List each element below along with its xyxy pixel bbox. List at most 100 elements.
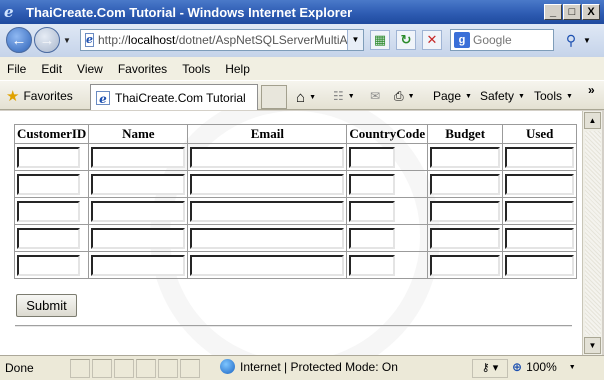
table-row bbox=[13, 197, 578, 225]
tab-thaicreate[interactable]: e ThaiCreate.Com Tutorial bbox=[90, 84, 258, 110]
page-menu[interactable]: Page ▼ bbox=[433, 89, 472, 103]
read-mail-button[interactable]: ✉ bbox=[370, 89, 380, 103]
recent-pages-dropdown-icon[interactable]: ▼ bbox=[63, 36, 71, 45]
used-input[interactable] bbox=[505, 146, 575, 168]
favorites-bar: ★ Favorites e ThaiCreate.Com Tutorial ⌂ ▼… bbox=[0, 80, 604, 110]
budget-input[interactable] bbox=[430, 227, 501, 249]
zoom-level: 100% bbox=[526, 360, 557, 374]
email-input[interactable] bbox=[190, 200, 345, 222]
menu-file[interactable]: File bbox=[0, 62, 34, 76]
printer-icon: ⎙ bbox=[394, 89, 404, 103]
customerid-input[interactable] bbox=[17, 146, 80, 168]
tab-label: ThaiCreate.Com Tutorial bbox=[115, 90, 246, 105]
status-pane bbox=[180, 358, 200, 378]
new-tab-button[interactable] bbox=[261, 85, 287, 109]
feeds-button[interactable]: ☷ ▼ bbox=[333, 89, 355, 103]
budget-input[interactable] bbox=[430, 200, 501, 222]
status-pane bbox=[92, 358, 112, 378]
scroll-track[interactable] bbox=[585, 131, 601, 335]
zoom-dropdown-icon[interactable]: ▼ bbox=[569, 364, 576, 371]
countrycode-input[interactable] bbox=[349, 146, 396, 168]
customerid-input[interactable] bbox=[17, 173, 80, 195]
home-icon: ⌂ bbox=[296, 89, 306, 106]
name-input[interactable] bbox=[91, 200, 186, 222]
page-dropdown-icon: ▼ bbox=[465, 92, 472, 100]
used-input[interactable] bbox=[505, 173, 575, 195]
back-button[interactable]: ← bbox=[6, 27, 32, 53]
countrycode-input[interactable] bbox=[349, 200, 396, 222]
countrycode-input[interactable] bbox=[349, 254, 396, 276]
star-icon: ★ bbox=[6, 88, 20, 105]
address-input[interactable]: e http://localhost/dotnet/AspNetSQLServe… bbox=[80, 29, 364, 51]
col-header-countrycode: CountryCode bbox=[346, 124, 429, 144]
menu-view[interactable]: View bbox=[70, 62, 111, 76]
budget-input[interactable] bbox=[430, 173, 501, 195]
submit-button[interactable]: Submit bbox=[16, 294, 77, 317]
menu-edit[interactable]: Edit bbox=[34, 62, 70, 76]
zoom-control[interactable]: ⊕ 100% ▼ bbox=[512, 360, 576, 374]
refresh-icon[interactable]: ↻ bbox=[396, 30, 416, 50]
budget-input[interactable] bbox=[430, 146, 501, 168]
lock-icon: ⚷ bbox=[481, 362, 490, 374]
col-header-customerid: CustomerID bbox=[13, 124, 90, 144]
safety-menu[interactable]: Safety ▼ bbox=[480, 89, 525, 103]
favorites-button[interactable]: ★ Favorites bbox=[6, 87, 73, 105]
table-row bbox=[13, 224, 578, 252]
menu-help[interactable]: Help bbox=[218, 62, 258, 76]
used-input[interactable] bbox=[505, 227, 575, 249]
customerid-input[interactable] bbox=[17, 227, 80, 249]
name-input[interactable] bbox=[91, 146, 186, 168]
more-commands-icon[interactable]: » bbox=[588, 83, 595, 97]
name-input[interactable] bbox=[91, 254, 186, 276]
status-bar: Done Internet | Protected Mode: On ⚷ ▾ ⊕… bbox=[0, 355, 604, 380]
home-button[interactable]: ⌂ ▼ bbox=[296, 89, 316, 106]
security-zone[interactable]: Internet | Protected Mode: On bbox=[220, 359, 398, 374]
stop-icon[interactable]: ✕ bbox=[422, 30, 442, 50]
countrycode-input[interactable] bbox=[349, 173, 396, 195]
table-row bbox=[13, 143, 578, 171]
minimize-button[interactable]: _ bbox=[544, 4, 562, 20]
used-input[interactable] bbox=[505, 200, 575, 222]
forward-button[interactable]: → bbox=[34, 27, 60, 53]
safety-dropdown-icon: ▼ bbox=[518, 92, 525, 100]
globe-icon bbox=[220, 359, 235, 374]
vertical-scrollbar[interactable]: ▲ ▼ bbox=[582, 111, 602, 355]
home-dropdown-icon[interactable]: ▼ bbox=[309, 94, 316, 101]
menu-tools[interactable]: Tools bbox=[175, 62, 218, 76]
name-input[interactable] bbox=[91, 173, 186, 195]
budget-input[interactable] bbox=[430, 254, 501, 276]
table-row bbox=[13, 251, 578, 279]
scroll-up-icon[interactable]: ▲ bbox=[584, 112, 601, 129]
countrycode-input[interactable] bbox=[349, 227, 396, 249]
ie-logo-icon: e bbox=[4, 3, 14, 21]
customerid-input[interactable] bbox=[17, 200, 80, 222]
search-options-dropdown-icon[interactable]: ▼ bbox=[583, 36, 591, 45]
tools-menu-label: Tools bbox=[534, 89, 563, 103]
email-input[interactable] bbox=[190, 173, 345, 195]
mail-icon: ✉ bbox=[370, 89, 381, 103]
maximize-button[interactable]: □ bbox=[563, 4, 581, 20]
status-pane bbox=[158, 358, 178, 378]
address-dropdown-icon[interactable]: ▼ bbox=[347, 30, 363, 50]
compatibility-view-icon[interactable]: ▦ bbox=[370, 30, 390, 50]
search-icon[interactable]: ⚲ bbox=[560, 30, 582, 50]
used-input[interactable] bbox=[505, 254, 575, 276]
email-input[interactable] bbox=[190, 254, 345, 276]
forward-arrow-icon: → bbox=[39, 31, 55, 49]
email-input[interactable] bbox=[190, 227, 345, 249]
window-controls: _ □ X bbox=[544, 4, 600, 20]
search-input[interactable] bbox=[473, 33, 551, 47]
print-button[interactable]: ⎙ ▼ bbox=[394, 89, 415, 104]
scroll-down-icon[interactable]: ▼ bbox=[584, 337, 601, 354]
protected-mode-button[interactable]: ⚷ ▾ bbox=[472, 359, 508, 378]
tools-menu[interactable]: Tools ▼ bbox=[534, 89, 573, 103]
customerid-input[interactable] bbox=[17, 254, 80, 276]
search-box[interactable]: g bbox=[450, 29, 554, 51]
feeds-dropdown-icon[interactable]: ▼ bbox=[348, 93, 355, 100]
close-button[interactable]: X bbox=[582, 4, 600, 20]
print-dropdown-icon[interactable]: ▼ bbox=[408, 93, 415, 100]
menu-favorites[interactable]: Favorites bbox=[111, 62, 175, 76]
email-input[interactable] bbox=[190, 146, 345, 168]
google-icon: g bbox=[454, 32, 470, 48]
name-input[interactable] bbox=[91, 227, 186, 249]
